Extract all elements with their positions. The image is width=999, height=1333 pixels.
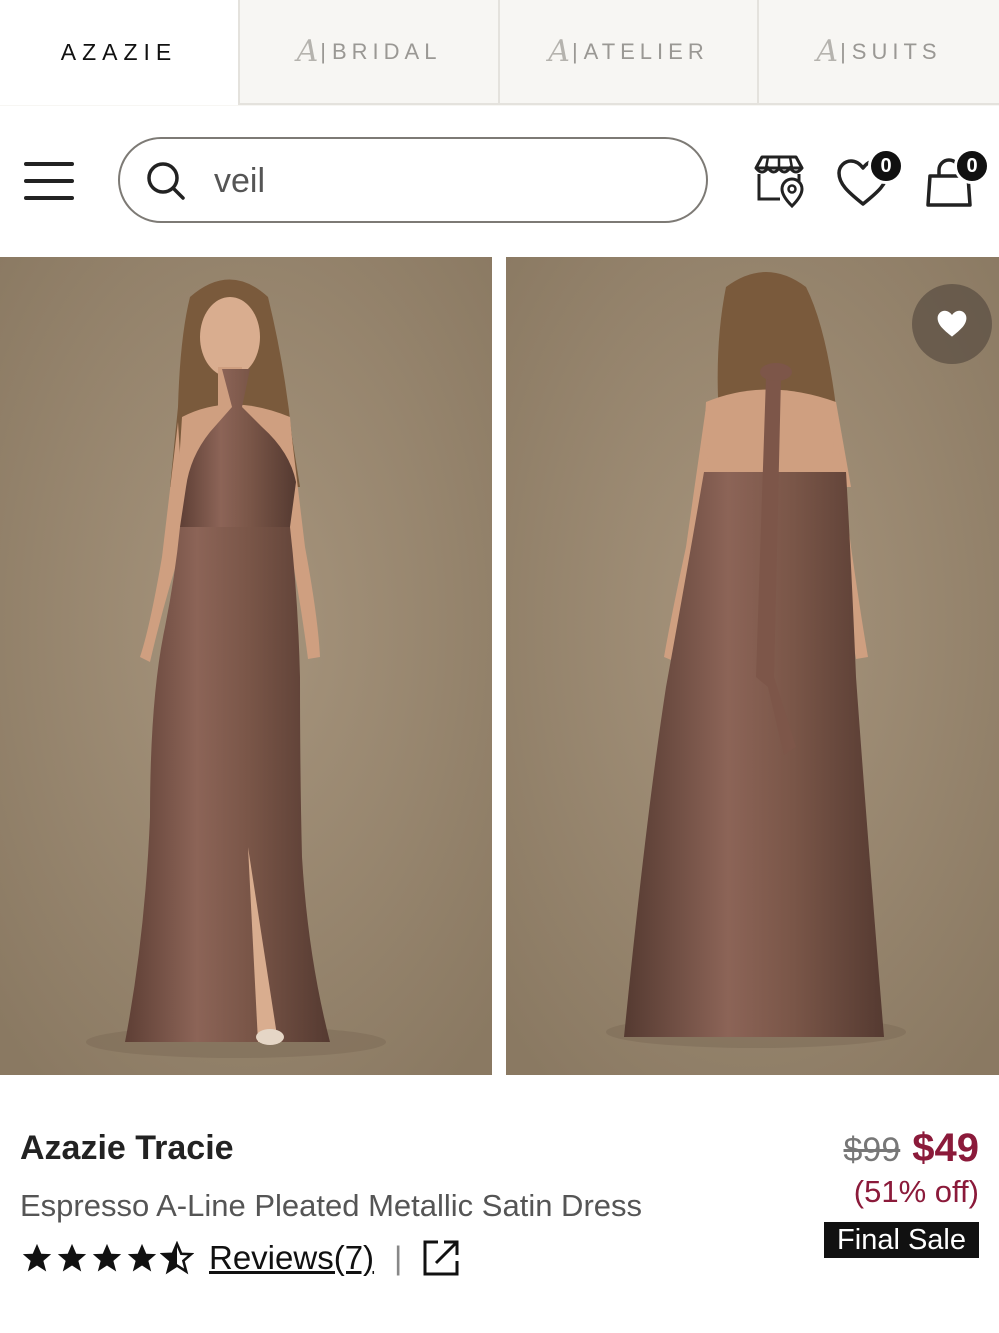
product-name[interactable]: Azazie Tracie — [20, 1129, 234, 1168]
wishlist-button[interactable]: 0 — [836, 148, 906, 212]
product-subtitle[interactable]: Espresso A-Line Pleated Metallic Satin D… — [20, 1188, 642, 1224]
tab-label: AZAZIE — [60, 39, 178, 65]
star-icon — [127, 1243, 157, 1272]
menu-icon[interactable] — [24, 162, 74, 200]
tab-azazie[interactable]: AZAZIE — [0, 0, 240, 105]
wishlist-count-badge: 0 — [868, 148, 904, 184]
tab-bridal[interactable]: A | BRIDAL — [240, 0, 500, 105]
tab-label: SUITS — [851, 38, 942, 64]
separator: | — [394, 1239, 403, 1276]
tab-atelier[interactable]: A | ATELIER — [500, 0, 759, 105]
product-photo-back[interactable] — [506, 257, 999, 1075]
product-photo-front[interactable] — [0, 257, 492, 1075]
tab-suits[interactable]: A | SUITS — [759, 0, 999, 105]
dress-back-illustration — [506, 257, 999, 1075]
search-icon — [147, 162, 185, 200]
tab-separator: | — [320, 38, 326, 64]
favorite-button[interactable] — [912, 284, 992, 364]
brand-tab-bar: AZAZIE A | BRIDAL A | ATELIER A | SUITS — [0, 0, 999, 106]
store-location-icon[interactable] — [752, 154, 806, 208]
external-link-icon[interactable] — [422, 1239, 460, 1277]
star-icon — [22, 1243, 52, 1272]
site-header: veil 0 0 — [0, 106, 999, 256]
final-sale-badge: Final Sale — [824, 1222, 979, 1258]
dress-front-illustration — [0, 257, 492, 1075]
search-input[interactable]: veil — [214, 161, 265, 201]
heart-icon — [937, 310, 967, 337]
search-bar[interactable]: veil — [118, 137, 708, 223]
star-icon — [92, 1243, 122, 1272]
half-star-icon — [160, 1241, 194, 1275]
cart-count-badge: 0 — [954, 148, 990, 184]
tab-label: ATELIER — [583, 38, 709, 64]
cart-button[interactable]: 0 — [924, 148, 994, 212]
original-price: $99 — [843, 1131, 901, 1169]
reviews-link[interactable]: Reviews(7) — [209, 1239, 374, 1277]
a-logo-icon: A — [296, 34, 319, 69]
star-icon — [57, 1243, 87, 1272]
discount-label: (51% off) — [853, 1174, 979, 1209]
price-row: $99 $49 — [844, 1126, 979, 1171]
sale-price: $49 — [912, 1126, 979, 1170]
rating-row: Reviews(7) | — [20, 1239, 460, 1277]
tab-separator: | — [571, 38, 578, 64]
tab-label: BRIDAL — [331, 38, 442, 64]
a-logo-icon: A — [548, 34, 570, 69]
a-logo-icon: A — [816, 34, 839, 69]
product-info: Azazie Tracie Espresso A-Line Pleated Me… — [0, 1076, 999, 1333]
product-gallery[interactable] — [0, 257, 999, 1075]
tab-separator: | — [840, 38, 846, 64]
